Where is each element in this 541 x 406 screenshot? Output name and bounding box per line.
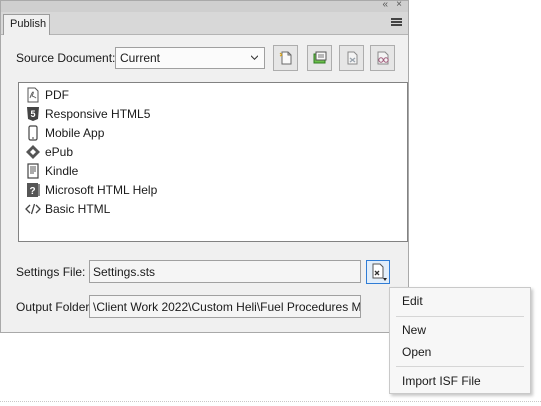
divider	[0, 401, 541, 402]
output-format-list[interactable]: PDF 5 Responsive HTML5 Mobile App ePub K…	[18, 82, 408, 242]
panel-title-bar: « ×	[1, 0, 408, 12]
panel-menu-icon[interactable]	[391, 18, 402, 27]
mobile-icon	[28, 125, 38, 141]
menu-item-edit[interactable]: Edit	[402, 294, 423, 308]
new-document-button[interactable]	[273, 45, 298, 71]
settings-file-label: Settings File:	[16, 265, 86, 279]
publish-icon	[313, 51, 327, 64]
output-folder-label: Output Folder:	[16, 300, 93, 314]
collapse-icon[interactable]: «	[382, 0, 388, 11]
menu-item-open[interactable]: Open	[402, 345, 431, 359]
settings-context-menu: Edit New Open Import ISF File	[389, 287, 531, 394]
list-item-microsoft-html-help[interactable]: ? Microsoft HTML Help	[25, 181, 395, 200]
code-icon	[25, 203, 41, 215]
menu-item-new[interactable]: New	[402, 323, 426, 337]
list-item-label: Mobile App	[45, 126, 105, 140]
delete-icon	[347, 51, 358, 65]
chevron-down-icon	[251, 55, 258, 60]
list-item-pdf[interactable]: PDF	[25, 86, 395, 105]
list-item-mobile-app[interactable]: Mobile App	[25, 124, 395, 143]
new-document-icon	[279, 51, 292, 65]
settings-file-field[interactable]: Settings.sts	[89, 260, 361, 283]
menu-separator	[396, 366, 524, 367]
list-item-epub[interactable]: ePub	[25, 143, 395, 162]
menu-separator	[396, 316, 524, 317]
list-item-label: Microsoft HTML Help	[45, 183, 158, 197]
epub-icon	[26, 145, 40, 159]
svg-text:5: 5	[30, 109, 35, 119]
list-item-responsive-html5[interactable]: 5 Responsive HTML5	[25, 105, 395, 124]
publish-button[interactable]	[307, 45, 332, 71]
source-document-value: Current	[120, 51, 161, 65]
close-icon[interactable]: ×	[396, 0, 402, 11]
settings-file-icon	[372, 263, 387, 281]
tab-strip: Publish	[1, 12, 408, 35]
source-document-select[interactable]: Current	[115, 47, 265, 69]
publish-panel: « × Publish Source Document: Current PDF…	[0, 0, 409, 333]
tab-publish[interactable]: Publish	[3, 14, 50, 35]
html5-icon: 5	[27, 107, 39, 121]
output-folder-field[interactable]: \Client Work 2022\Custom Heli\Fuel Proce…	[89, 295, 361, 318]
list-item-label: PDF	[45, 88, 69, 102]
help-icon: ?	[27, 183, 40, 197]
list-item-label: Kindle	[45, 164, 79, 178]
list-item-kindle[interactable]: Kindle	[25, 162, 395, 181]
menu-item-import-isf-file[interactable]: Import ISF File	[402, 374, 481, 388]
properties-button[interactable]	[370, 45, 395, 71]
delete-button[interactable]	[339, 45, 364, 71]
source-document-label: Source Document:	[16, 51, 116, 65]
svg-text:?: ?	[29, 186, 35, 197]
properties-icon	[377, 51, 389, 65]
kindle-icon	[27, 163, 39, 179]
pdf-icon	[27, 87, 39, 103]
settings-file-menu-button[interactable]	[366, 260, 390, 284]
list-item-basic-html[interactable]: Basic HTML	[25, 200, 395, 219]
list-item-label: Basic HTML	[45, 202, 111, 216]
list-item-label: ePub	[45, 145, 74, 159]
list-item-label: Responsive HTML5	[45, 107, 151, 121]
